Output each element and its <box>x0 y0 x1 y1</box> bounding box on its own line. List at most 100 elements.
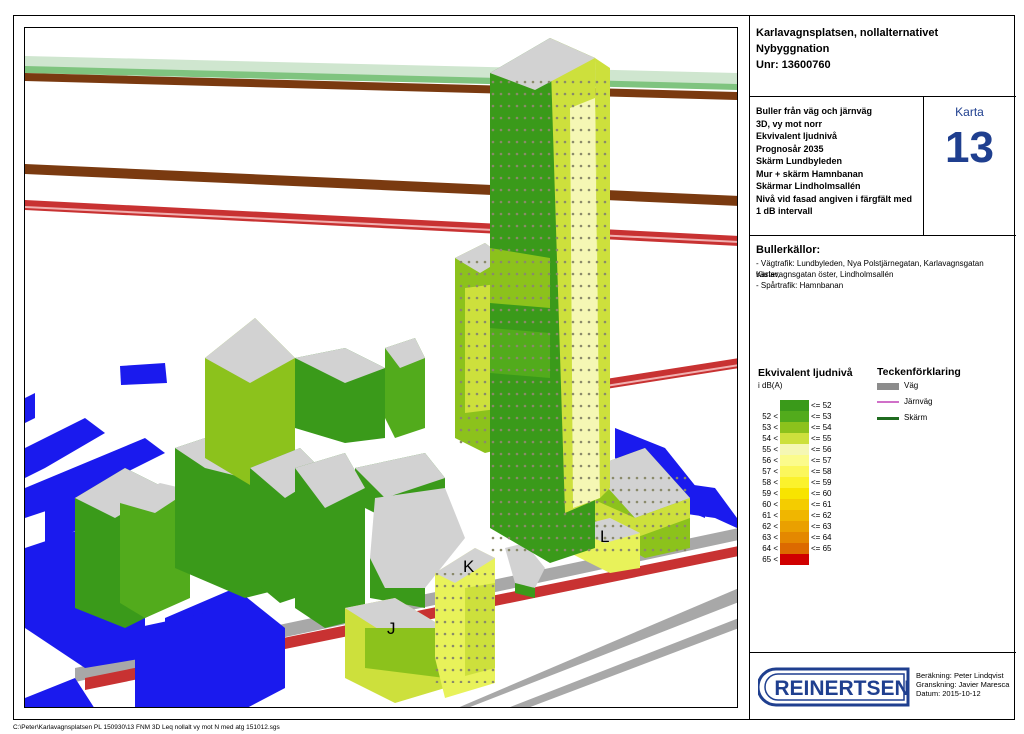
legend-high: <= 56 <box>811 445 832 454</box>
file-path: C:\Peter\Karlavagnsplatsen PL 150930\13 … <box>13 724 280 731</box>
project-title: Karlavagnsplatsen, nollalternativet <box>756 27 939 39</box>
map-3d-view: J K L <box>25 38 737 707</box>
karta-number: 13 <box>945 123 994 172</box>
legend-swatch <box>780 466 809 477</box>
legend-low: 63 < <box>762 533 778 542</box>
legend-swatch <box>780 510 809 521</box>
legend-swatch <box>780 411 809 422</box>
divider <box>750 652 1016 653</box>
legend-row: 62 < <= 63 <box>750 521 870 532</box>
legend-high: <= 59 <box>811 478 832 487</box>
legend-row: 64 < <= 65 <box>750 543 870 554</box>
key-title: Teckenförklaring <box>877 366 961 378</box>
legend-low: 64 < <box>762 544 778 553</box>
key-label: Väg <box>904 381 919 390</box>
divider <box>750 235 1016 236</box>
legend-row: 63 < <= 64 <box>750 532 870 543</box>
legend-low: 62 < <box>762 522 778 531</box>
legend-high: <= 53 <box>811 412 832 421</box>
key-line <box>877 401 899 403</box>
road-lundbyleden <box>25 56 737 246</box>
legend-high: <= 54 <box>811 423 832 432</box>
legend-low: 61 < <box>762 511 778 520</box>
credit-line: Granskning: Javier Maresca <box>916 680 1010 689</box>
sources-title: Bullerkällor: <box>756 244 821 256</box>
legend-row: 52 < <= 53 <box>750 411 870 422</box>
legend-swatch <box>780 488 809 499</box>
legend-row: 60 < <= 61 <box>750 499 870 510</box>
legend-high: <= 64 <box>811 533 832 542</box>
legend-high: <= 65 <box>811 544 832 553</box>
description-line: Skärmar Lindholmsallén <box>756 181 861 191</box>
legend-low: 57 < <box>762 467 778 476</box>
description-line: Prognosår 2035 <box>756 143 824 154</box>
karta-label: Karta <box>955 105 984 119</box>
legend-low: 59 < <box>762 489 778 498</box>
description-line: Nivå vid fasad angiven i färgfält med <box>756 193 913 204</box>
legend-high: <= 57 <box>811 456 832 465</box>
credit-line: Datum: 2015-10-12 <box>916 689 981 698</box>
description-line: 1 dB intervall <box>756 206 813 216</box>
legend-low: 54 < <box>762 434 778 443</box>
legend-swatch <box>780 543 809 554</box>
sources-line: - Spårtrafik: Hamnbanan <box>756 281 844 290</box>
map-description: Buller från väg och järnväg 3D, vy mot n… <box>756 105 916 218</box>
legend-row: 56 < <= 57 <box>750 455 870 466</box>
description-line: 3D, vy mot norr <box>756 118 823 129</box>
reinertsen-logo: REINERTSEN <box>756 665 910 714</box>
legend-row: 53 < <= 54 <box>750 422 870 433</box>
legend-row: <= 52 <box>750 400 870 411</box>
logo-text: REINERTSEN <box>774 677 909 700</box>
building-label-j: J <box>387 619 396 638</box>
legend-high: <= 55 <box>811 434 832 443</box>
legend-high: <= 58 <box>811 467 832 476</box>
project-subtitle: Nybyggnation <box>756 43 830 55</box>
legend-unit: i dB(A) <box>758 381 783 390</box>
legend-row: 57 < <= 58 <box>750 466 870 477</box>
legend-row: 61 < <= 62 <box>750 510 870 521</box>
credit-line: Beräkning: Peter Lindqvist <box>916 671 1004 680</box>
legend-low: 55 < <box>762 445 778 454</box>
legend-swatch <box>780 499 809 510</box>
legend-low: 53 < <box>762 423 778 432</box>
credits: Beräkning: Peter Lindqvist Granskning: J… <box>916 671 1009 698</box>
legend-row: 54 < <= 55 <box>750 433 870 444</box>
legend-swatch <box>780 444 809 455</box>
map-view[interactable]: J K L <box>24 27 738 708</box>
legend-high: <= 52 <box>811 401 832 410</box>
key-label: Skärm <box>904 413 928 422</box>
project-number: Unr: 13600760 <box>756 59 831 71</box>
legend-swatch <box>780 532 809 543</box>
divider <box>750 96 1016 97</box>
legend-row: 59 < <= 60 <box>750 488 870 499</box>
key-line <box>877 382 899 390</box>
legend-swatch <box>780 554 809 565</box>
sources-line: Karlavagnsgatan öster, Lindholmsallén <box>756 270 894 279</box>
legend-row: 58 < <= 59 <box>750 477 870 488</box>
legend-swatch <box>780 422 809 433</box>
building-label-l: L <box>600 527 609 546</box>
legend-high: <= 60 <box>811 489 832 498</box>
title-block: Karlavagnsplatsen, nollalternativet Nyby… <box>756 25 938 73</box>
legend-low: 58 < <box>762 478 778 487</box>
legend-low: 60 < <box>762 500 778 509</box>
legend-swatch <box>780 477 809 488</box>
legend-high: <= 62 <box>811 511 832 520</box>
legend-swatch <box>780 400 809 411</box>
building-label-k: K <box>463 557 475 576</box>
description-line: Buller från väg och järnväg <box>756 106 873 116</box>
description-line: Skärm Lundbyleden <box>756 156 843 166</box>
key-line <box>877 416 899 420</box>
key-label: Järnväg <box>904 397 933 406</box>
legend-swatch <box>780 455 809 466</box>
legend-title: Ekvivalent ljudnivå <box>758 367 853 379</box>
description-line: Mur + skärm Hamnbanan <box>756 168 864 179</box>
tower-main <box>490 38 610 563</box>
legend-high: <= 63 <box>811 522 832 531</box>
description-line: Ekvivalent ljudnivå <box>756 131 838 141</box>
legend-low: 52 < <box>762 412 778 421</box>
legend-row: 65 < <box>750 554 870 565</box>
legend-swatch <box>780 521 809 532</box>
legend-swatch <box>780 433 809 444</box>
legend-row: 55 < <= 56 <box>750 444 870 455</box>
